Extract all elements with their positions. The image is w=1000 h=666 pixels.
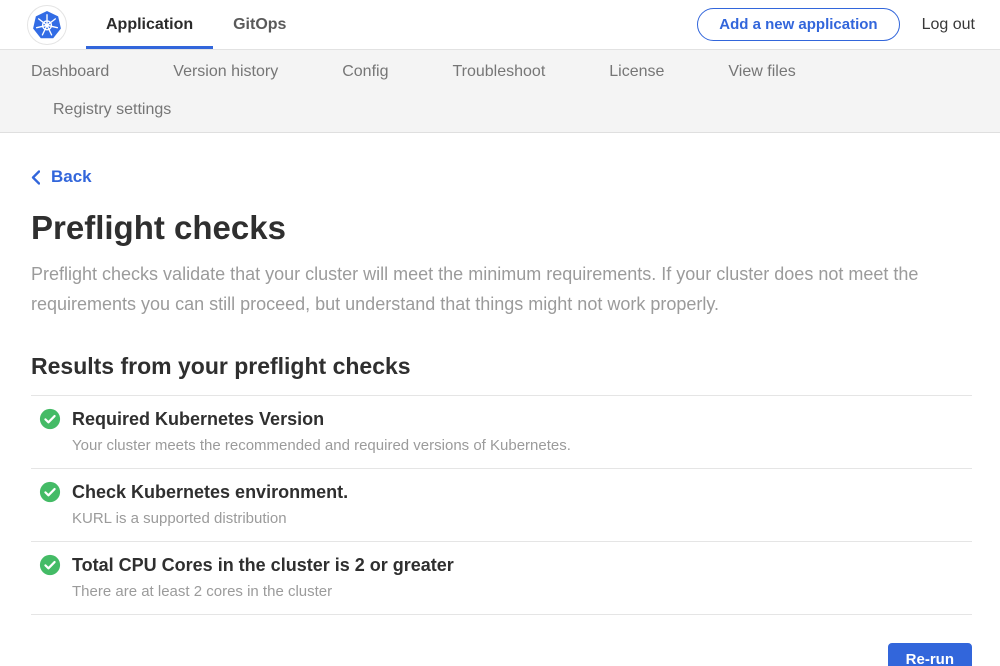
subnav-item-registry-settings[interactable]: Registry settings	[53, 100, 171, 120]
add-new-application-button[interactable]: Add a new application	[697, 8, 899, 41]
app-subnav: Dashboard Version history Config Trouble…	[0, 50, 1000, 133]
back-link[interactable]: Back	[31, 167, 92, 187]
back-link-label: Back	[51, 167, 92, 187]
tab-gitops[interactable]: GitOps	[213, 0, 306, 49]
results-title: Results from your preflight checks	[31, 353, 972, 380]
top-navbar: Application GitOps Add a new application…	[0, 0, 1000, 50]
topnav-tabs: Application GitOps	[86, 0, 306, 49]
preflight-check-row: Total CPU Cores in the cluster is 2 or g…	[31, 542, 972, 615]
subnav-item-config[interactable]: Config	[342, 62, 388, 82]
check-title: Check Kubernetes environment.	[72, 481, 972, 503]
preflight-results-list: Required Kubernetes Version Your cluster…	[31, 395, 972, 615]
preflight-check-row: Check Kubernetes environment. KURL is a …	[31, 469, 972, 542]
kubernetes-logo-icon[interactable]	[27, 5, 67, 45]
page-description: Preflight checks validate that your clus…	[31, 259, 961, 319]
check-message: There are at least 2 cores in the cluste…	[72, 583, 972, 601]
preflight-check-row: Required Kubernetes Version Your cluster…	[31, 396, 972, 469]
check-circle-icon	[39, 554, 61, 576]
subnav-item-license[interactable]: License	[609, 62, 664, 82]
subnav-item-troubleshoot[interactable]: Troubleshoot	[452, 62, 545, 82]
check-circle-icon	[39, 408, 61, 430]
check-title: Required Kubernetes Version	[72, 408, 972, 430]
topnav-right: Add a new application Log out	[697, 0, 975, 49]
preflight-page: Back Preflight checks Preflight checks v…	[0, 133, 1000, 666]
page-actions: Re-run	[31, 643, 972, 666]
subnav-row-1: Dashboard Version history Config Trouble…	[0, 62, 1000, 82]
tab-application[interactable]: Application	[86, 0, 213, 49]
check-circle-icon	[39, 481, 61, 503]
check-message: Your cluster meets the recommended and r…	[72, 437, 972, 455]
rerun-button[interactable]: Re-run	[888, 643, 972, 666]
logout-link[interactable]: Log out	[922, 16, 975, 34]
subnav-item-version-history[interactable]: Version history	[173, 62, 278, 82]
subnav-item-dashboard[interactable]: Dashboard	[31, 62, 109, 82]
tab-application-label: Application	[106, 16, 193, 34]
check-title: Total CPU Cores in the cluster is 2 or g…	[72, 554, 972, 576]
tab-gitops-label: GitOps	[233, 16, 286, 34]
subnav-row-2: Registry settings	[0, 100, 1000, 120]
page-title: Preflight checks	[31, 209, 972, 247]
check-message: KURL is a supported distribution	[72, 510, 972, 528]
subnav-item-view-files[interactable]: View files	[728, 62, 795, 82]
chevron-left-icon	[31, 170, 40, 185]
